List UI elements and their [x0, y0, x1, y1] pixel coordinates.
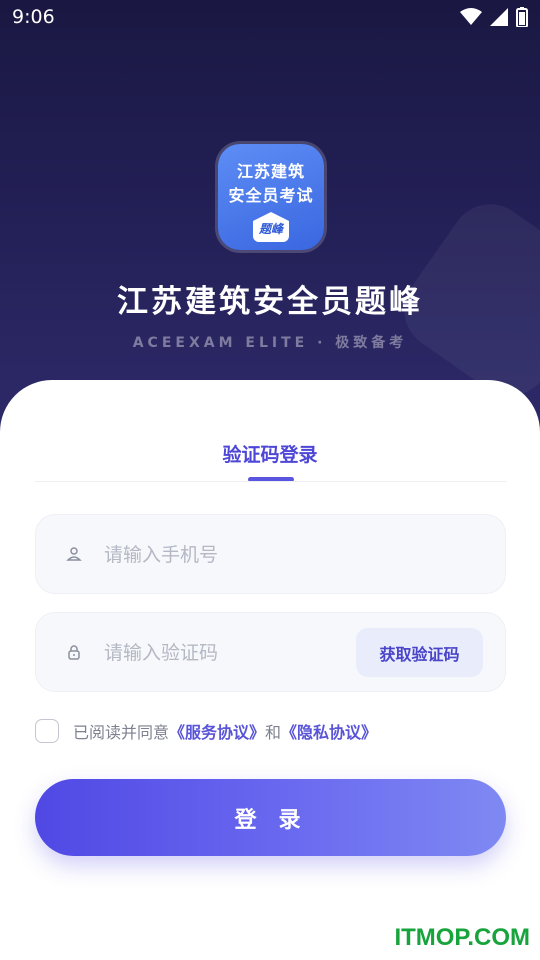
logo-text-line2: 安全员考试 — [228, 186, 314, 205]
hero-header: 9:06 江苏建筑 安全员考试 题峰 江苏建筑安全员题峰 ACEEXAM ELI… — [0, 0, 540, 440]
lock-icon — [68, 645, 80, 660]
tab-divider — [35, 481, 506, 482]
app-subtitle: ACEEXAM ELITE · 极致备考 — [132, 335, 408, 351]
status-bar: 9:06 — [0, 0, 540, 36]
status-icons — [460, 7, 528, 27]
user-icon — [66, 547, 82, 561]
agreement-text: 已阅读并同意《服务协议》和《隐私协议》 — [73, 719, 377, 743]
battery-icon — [516, 7, 528, 27]
site-watermark: ITMOP.COM — [394, 924, 530, 951]
wifi-icon — [460, 8, 482, 25]
agreement-checkbox[interactable] — [35, 719, 59, 743]
login-card: 验证码登录 获取验证码 已阅读并同意《服务协议》和《隐私协议》 登录 — [0, 380, 540, 960]
cellular-signal-icon — [490, 8, 508, 26]
code-input[interactable] — [102, 633, 366, 673]
phone-field — [35, 514, 506, 594]
logo-badge-text: 题峰 — [258, 222, 283, 236]
service-agreement-link[interactable]: 《服务协议》 — [169, 723, 265, 742]
agreement-joiner: 和 — [265, 723, 282, 742]
logo-house-badge: 题峰 — [253, 212, 289, 242]
status-time: 9:06 — [12, 6, 55, 28]
login-button[interactable]: 登录 — [35, 779, 506, 856]
get-code-button[interactable]: 获取验证码 — [356, 628, 483, 677]
agreement-prefix: 已阅读并同意 — [73, 723, 170, 742]
privacy-agreement-link[interactable]: 《隐私协议》 — [281, 723, 377, 742]
app-logo: 江苏建筑 安全员考试 题峰 — [218, 144, 324, 250]
phone-input[interactable] — [102, 535, 366, 575]
app-title: 江苏建筑安全员题峰 — [117, 284, 423, 320]
tab-sms-login[interactable]: 验证码登录 — [0, 440, 540, 467]
logo-text-line1: 江苏建筑 — [236, 162, 305, 181]
code-field: 获取验证码 — [35, 612, 506, 692]
